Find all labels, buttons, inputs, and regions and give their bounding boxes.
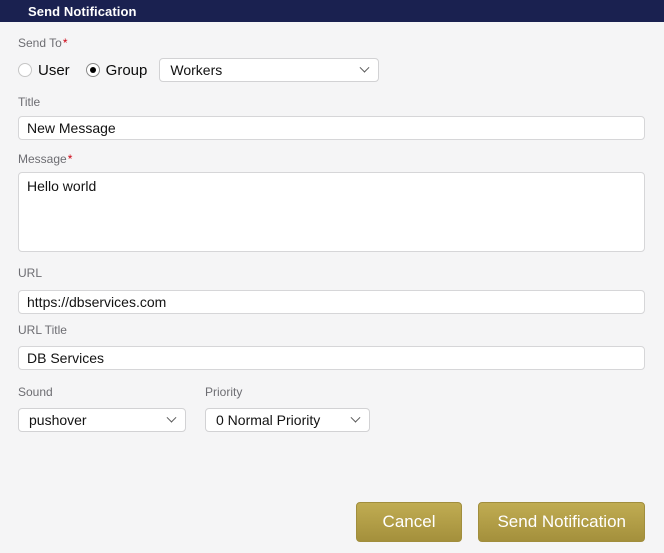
radio-label-group: Group (105, 61, 148, 79)
chevron-down-icon (359, 62, 370, 73)
send-notification-button[interactable]: Send Notification (478, 502, 645, 542)
priority-field: Priority 0 Normal Priority (205, 385, 370, 432)
send-notification-dialog: Send Notification Send To* User Group Wo… (0, 0, 664, 553)
sound-select[interactable]: pushover (18, 408, 186, 432)
url-title-label: URL Title (18, 323, 645, 337)
url-title-label-text: URL Title (18, 323, 67, 337)
group-select[interactable]: Workers (159, 58, 380, 82)
title-input[interactable] (18, 116, 645, 140)
url-input[interactable] (18, 290, 645, 314)
radio-label-user: User (38, 61, 70, 79)
dialog-header: Send Notification (0, 0, 664, 22)
sound-priority-row: Sound pushover Priority 0 Normal Priorit… (18, 385, 645, 432)
title-label-text: Title (18, 95, 41, 109)
priority-select[interactable]: 0 Normal Priority (205, 408, 370, 432)
chevron-down-icon (350, 412, 361, 423)
priority-select-value: 0 Normal Priority (216, 412, 321, 428)
radio-button-group[interactable] (85, 63, 100, 77)
radio-button-user[interactable] (18, 63, 32, 77)
url-label-text: URL (18, 266, 43, 280)
cancel-button[interactable]: Cancel (355, 502, 463, 542)
send-to-options-row: User Group Workers (18, 58, 645, 82)
group-select-value: Workers (170, 62, 223, 78)
dialog-footer: Cancel Send Notification (18, 502, 645, 542)
priority-label: Priority (205, 385, 370, 399)
message-label: Message* (18, 152, 645, 166)
chevron-down-icon (166, 412, 177, 423)
url-label: URL (18, 266, 645, 280)
message-label-text: Message (18, 152, 67, 166)
dialog-body: Send To* User Group Workers Title Messag… (0, 36, 664, 542)
send-to-label-text: Send To (18, 36, 62, 50)
sound-field: Sound pushover (18, 385, 186, 432)
url-title-input[interactable] (18, 346, 645, 370)
priority-label-text: Priority (205, 385, 243, 399)
radio-option-group[interactable]: Group (85, 61, 148, 79)
radio-option-user[interactable]: User (18, 62, 70, 79)
sound-select-value: pushover (29, 412, 87, 428)
sound-label: Sound (18, 385, 186, 399)
required-asterisk: * (67, 152, 73, 166)
sound-label-text: Sound (18, 385, 53, 399)
dialog-title: Send Notification (28, 3, 137, 19)
message-input[interactable]: Hello world (18, 172, 645, 252)
send-to-label: Send To* (18, 36, 645, 50)
title-label: Title (18, 95, 645, 109)
required-asterisk: * (62, 36, 68, 50)
